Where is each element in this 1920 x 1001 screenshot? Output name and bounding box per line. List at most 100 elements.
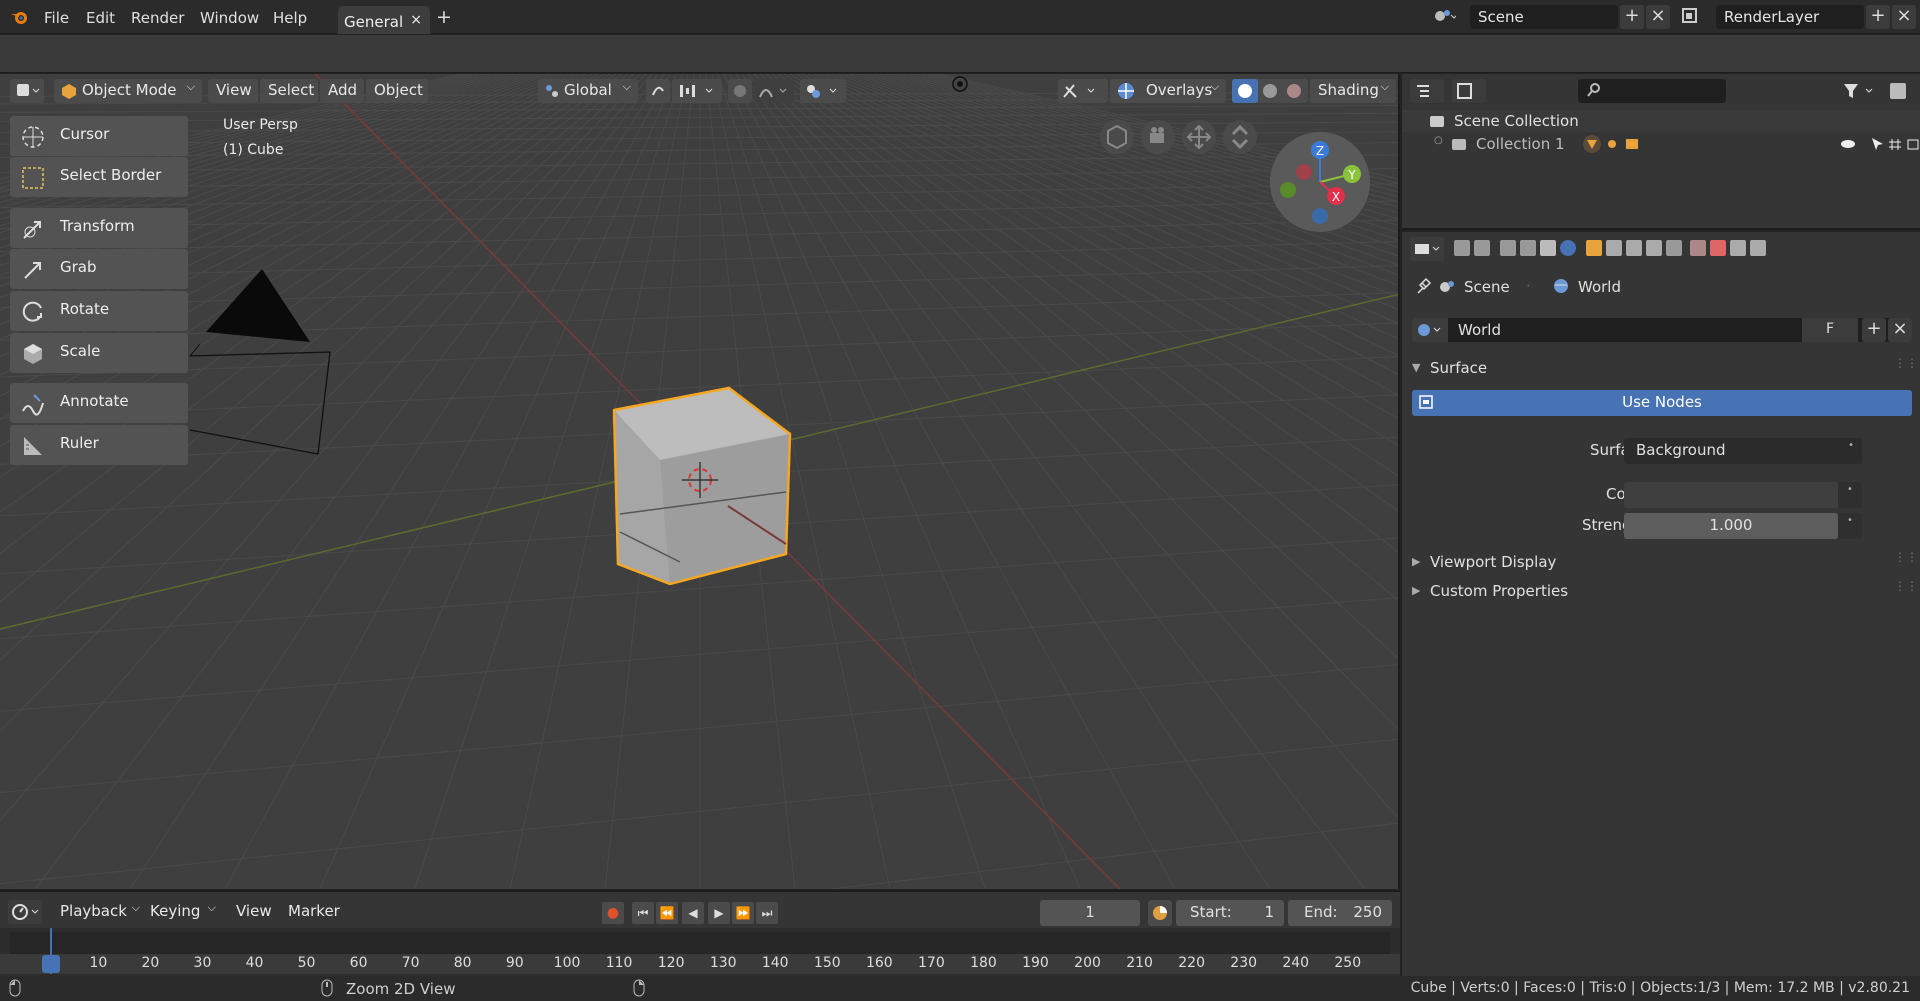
menu-object[interactable]: Object (366, 79, 428, 103)
collection-toggle-icon[interactable]: ○ (1434, 135, 1443, 146)
preview-range-icon[interactable] (1148, 900, 1172, 926)
current-frame-field[interactable]: 1 (1040, 900, 1140, 926)
tool-scale[interactable]: Scale (10, 333, 188, 373)
tool-select-border[interactable]: Select Border (10, 157, 188, 197)
pivot-icon[interactable] (646, 79, 670, 103)
orientation-dropdown[interactable]: Global ⌵ (538, 79, 638, 103)
outliner-row-scene-collection[interactable]: Scene Collection (1402, 110, 1920, 132)
menu-select[interactable]: Select (260, 79, 318, 103)
color-link-icon[interactable]: • (1838, 482, 1862, 508)
panel-drag-handle-icon[interactable]: ⋮⋮ (1894, 550, 1918, 564)
scene-field[interactable]: Scene (1470, 5, 1618, 29)
world-browse-icon[interactable] (1412, 318, 1448, 342)
proportional-edit-icon[interactable] (728, 79, 752, 103)
play-icon[interactable]: ▶ (708, 902, 730, 924)
object-visibility-icon[interactable] (1058, 79, 1108, 103)
tool-cursor[interactable]: Cursor (10, 116, 188, 156)
menu-add[interactable]: Add (320, 79, 364, 103)
timeline-editor-type-icon[interactable] (8, 900, 42, 924)
jump-end-icon[interactable]: ⏭ (756, 902, 778, 924)
panel-collapsed-icon[interactable]: ▶ (1412, 555, 1420, 568)
use-nodes-button[interactable]: Use Nodes (1412, 390, 1912, 416)
scene-add-icon[interactable]: + (1620, 5, 1644, 29)
panel-expanded-icon[interactable]: ▼ (1412, 361, 1420, 374)
panel-drag-handle-icon[interactable]: ⋮⋮ (1894, 579, 1918, 593)
scene-browse-icon[interactable] (1432, 5, 1458, 29)
start-frame-field[interactable]: Start: 1 (1176, 900, 1284, 926)
timeline-track-area[interactable]: 1102030405060708090100110120130140150160… (0, 928, 1400, 978)
color-swatch[interactable] (1624, 482, 1838, 508)
custom-properties-panel-header[interactable]: Custom Properties (1430, 582, 1568, 600)
breadcrumb-world[interactable]: World (1578, 278, 1621, 296)
zoom-view-icon[interactable] (1223, 120, 1257, 154)
cube-object[interactable] (612, 386, 792, 586)
falloff-icon[interactable] (754, 79, 794, 103)
snap-icon[interactable] (672, 79, 722, 103)
tool-ruler[interactable]: Ruler (10, 425, 188, 465)
tool-transform[interactable]: Transform (10, 208, 188, 248)
world-new-icon[interactable]: + (1862, 318, 1886, 342)
play-reverse-icon[interactable]: ◀ (682, 902, 704, 924)
tool-rotate[interactable]: Rotate (10, 291, 188, 331)
menu-file[interactable]: File (44, 9, 69, 27)
add-workspace-icon[interactable]: + (436, 6, 452, 28)
display-mode-icon[interactable] (1452, 79, 1486, 103)
shading-dropdown[interactable]: Shading ⌵ (1310, 79, 1396, 103)
blender-logo-icon[interactable] (10, 8, 28, 26)
3d-viewport[interactable]: Object Mode ⌵ View Select Add Object Glo… (0, 74, 1400, 889)
tab-general[interactable]: General × (338, 6, 430, 34)
outliner-search-input[interactable] (1578, 79, 1726, 103)
tab-close-icon[interactable]: × (410, 12, 422, 28)
tool-annotate[interactable]: Annotate (10, 383, 188, 423)
scene-remove-icon[interactable]: × (1646, 5, 1670, 29)
outliner-row-collection-1[interactable]: ○ Collection 1 (1402, 132, 1920, 156)
jump-start-icon[interactable]: ⏮ (632, 902, 654, 924)
playhead-marker[interactable] (42, 955, 60, 973)
render-layer-add-icon[interactable]: + (1866, 5, 1890, 29)
overlays-dropdown[interactable]: Overlays ⌵ (1110, 79, 1226, 103)
tool-grab[interactable]: Grab (10, 249, 188, 289)
editor-type-icon[interactable] (10, 79, 44, 103)
jump-next-keyframe-icon[interactable]: ⏩ (732, 902, 754, 924)
world-name-field[interactable]: World (1458, 321, 1501, 339)
breadcrumb-scene[interactable]: Scene (1464, 278, 1510, 296)
render-layer-remove-icon[interactable]: × (1892, 5, 1916, 29)
menu-marker[interactable]: Marker (280, 900, 346, 924)
filter-icon[interactable] (1838, 79, 1878, 103)
menu-edit[interactable]: Edit (86, 9, 115, 27)
navigation-gizmo[interactable]: Z Y X (1270, 132, 1370, 232)
pan-view-icon[interactable] (1182, 120, 1216, 154)
new-collection-icon[interactable] (1886, 79, 1910, 103)
end-frame-field[interactable]: End: 250 (1288, 900, 1392, 926)
surface-panel-header[interactable]: Surface (1430, 359, 1487, 377)
mode-dropdown[interactable]: Object Mode ⌵ (54, 79, 202, 103)
menu-render[interactable]: Render (131, 9, 184, 27)
gizmo-toggle-icon[interactable] (800, 79, 846, 103)
outliner-editor-type-icon[interactable] (1410, 79, 1444, 103)
record-icon[interactable]: ● (602, 902, 624, 924)
pin-icon[interactable] (1414, 277, 1432, 295)
menu-playback[interactable]: Playback ⌵ (52, 900, 142, 924)
properties-tabs[interactable] (1452, 237, 1872, 261)
menu-view[interactable]: View (208, 79, 258, 103)
menu-window[interactable]: Window (200, 9, 259, 27)
properties-editor-type-icon[interactable] (1410, 237, 1444, 261)
menu-keying[interactable]: Keying ⌵ (142, 900, 218, 924)
collection-restrict-icons[interactable] (1840, 136, 1920, 152)
menu-timeline-view[interactable]: View (228, 900, 278, 924)
strength-slider[interactable]: 1.000 (1624, 513, 1838, 539)
toggle-perspective-icon[interactable] (1100, 120, 1134, 154)
render-layer-browse-icon[interactable] (1680, 5, 1704, 29)
fake-user-button[interactable]: F (1802, 318, 1858, 342)
shading-modes[interactable] (1232, 79, 1308, 103)
strength-link-icon[interactable]: • (1838, 513, 1862, 539)
menu-help[interactable]: Help (273, 9, 307, 27)
panel-drag-handle-icon[interactable]: ⋮⋮ (1894, 356, 1918, 370)
surface-shader-dropdown[interactable]: Background • (1624, 438, 1862, 464)
panel-collapsed-icon[interactable]: ▶ (1412, 584, 1420, 597)
jump-prev-keyframe-icon[interactable]: ⏪ (656, 902, 678, 924)
render-layer-field[interactable]: RenderLayer (1716, 5, 1864, 29)
world-unlink-icon[interactable]: × (1888, 318, 1912, 342)
camera-view-icon[interactable] (1141, 120, 1175, 154)
viewport-display-panel-header[interactable]: Viewport Display (1430, 553, 1556, 571)
